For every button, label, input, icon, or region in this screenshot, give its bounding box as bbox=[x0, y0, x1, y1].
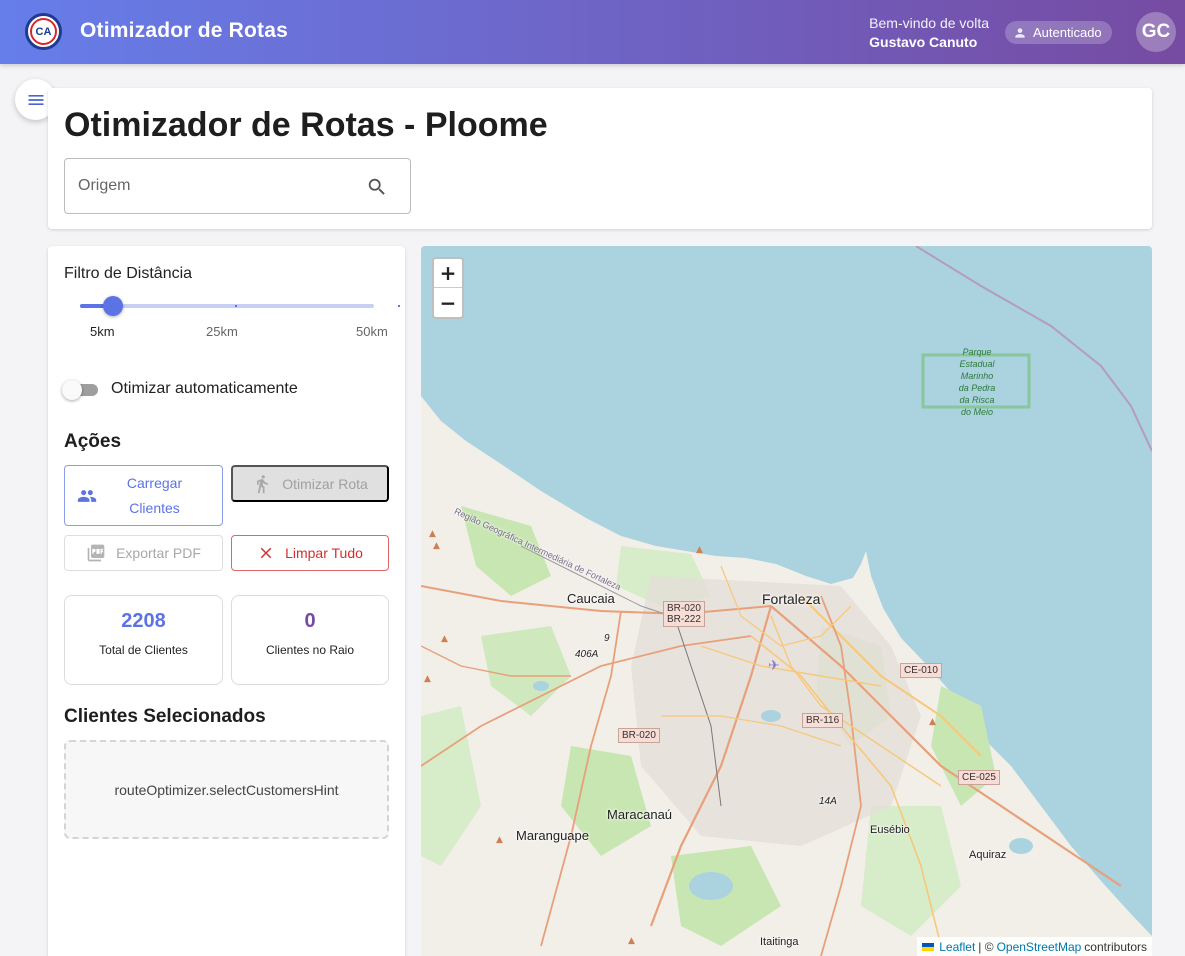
slider-thumb[interactable] bbox=[102, 296, 123, 316]
page-title: Otimizador de Rotas - Ploome bbox=[64, 106, 548, 144]
road-label: 9 bbox=[604, 633, 610, 644]
close-icon bbox=[260, 547, 272, 559]
road-shield-text: BR-020 bbox=[667, 603, 701, 614]
clear-all-button[interactable]: Limpar Tudo bbox=[231, 535, 389, 571]
zoom-control: + − bbox=[432, 257, 464, 319]
slider-mark bbox=[234, 305, 237, 307]
slider-tick-25km: 25km bbox=[206, 324, 238, 339]
leaflet-link[interactable]: Leaflet bbox=[939, 940, 975, 954]
actions-title: Ações bbox=[64, 431, 122, 452]
svg-text:▲: ▲ bbox=[496, 835, 503, 845]
slider-rail bbox=[80, 304, 374, 308]
place-label: Caucaia bbox=[567, 591, 615, 606]
attribution-contributors: contributors bbox=[1084, 939, 1147, 954]
svg-text:▲: ▲ bbox=[441, 634, 448, 644]
clients-in-radius-value: 0 bbox=[304, 610, 316, 632]
total-clients-value: 2208 bbox=[121, 610, 166, 632]
welcome-block: Bem-vindo de volta Gustavo Canuto bbox=[869, 14, 989, 52]
auth-status-chip: Autenticado bbox=[1005, 21, 1112, 44]
slider-tick-5km: 5km bbox=[90, 324, 115, 339]
export-pdf-button[interactable]: Exportar PDF bbox=[64, 535, 223, 571]
road-label: 14A bbox=[819, 796, 837, 807]
auto-optimize-toggle[interactable] bbox=[62, 379, 98, 400]
svg-text:▲: ▲ bbox=[628, 936, 635, 946]
user-name: Gustavo Canuto bbox=[869, 34, 978, 50]
road-shield-text: BR-222 bbox=[667, 614, 701, 625]
place-label: Eusébio bbox=[870, 824, 910, 836]
svg-text:▲: ▲ bbox=[429, 529, 436, 539]
slider-tick-50km: 50km bbox=[356, 324, 388, 339]
clear-all-label: Limpar Tudo bbox=[285, 545, 363, 561]
svg-text:▲: ▲ bbox=[929, 717, 936, 727]
place-label: Itaitinga bbox=[760, 936, 799, 948]
park-label: Parque Estadual Marinho da Pedra da Risc… bbox=[958, 347, 996, 417]
road-shield: BR-020 BR-222 bbox=[663, 601, 705, 627]
road-shield: CE-010 bbox=[900, 663, 942, 678]
total-clients-label: Total de Clientes bbox=[99, 643, 188, 657]
distance-slider[interactable] bbox=[80, 296, 400, 316]
logo-text: CA bbox=[30, 18, 57, 45]
app-title: Otimizador de Rotas bbox=[80, 19, 288, 42]
auto-optimize-label: Otimizar automaticamente bbox=[111, 380, 298, 397]
load-clients-button[interactable]: Carregar Clientes bbox=[64, 465, 223, 526]
place-label: Fortaleza bbox=[762, 591, 821, 607]
ukraine-flag-icon bbox=[922, 942, 935, 951]
menu-icon bbox=[28, 94, 43, 105]
place-label: Maranguape bbox=[516, 828, 589, 843]
zoom-out-button[interactable]: − bbox=[434, 288, 462, 317]
avatar[interactable]: GC bbox=[1136, 12, 1176, 52]
road-shield: BR-020 bbox=[618, 728, 660, 743]
walking-icon bbox=[257, 474, 269, 493]
attribution-separator: | © bbox=[978, 939, 994, 954]
welcome-text: Bem-vindo de volta bbox=[869, 15, 989, 31]
people-icon bbox=[77, 486, 97, 509]
pdf-icon bbox=[87, 544, 105, 562]
selected-clients-title: Clientes Selecionados bbox=[64, 706, 266, 727]
auto-optimize-row: Otimizar automaticamente bbox=[62, 379, 298, 400]
logo-icon[interactable]: CA bbox=[25, 13, 62, 50]
svg-text:▲: ▲ bbox=[696, 545, 703, 555]
slider-mark bbox=[398, 305, 400, 307]
origin-input[interactable] bbox=[78, 159, 358, 213]
road-shield: CE-025 bbox=[958, 770, 1000, 785]
map-attribution: Leaflet | © OpenStreetMap contributors bbox=[917, 937, 1152, 956]
clients-in-radius-label: Clientes no Raio bbox=[265, 643, 355, 657]
app-header: CA Otimizador de Rotas Bem-vindo de volt… bbox=[0, 0, 1185, 64]
clients-in-radius-card: 0 Clientes no Raio bbox=[231, 595, 389, 685]
auth-chip-label: Autenticado bbox=[1033, 25, 1102, 40]
svg-text:▲: ▲ bbox=[433, 541, 440, 551]
selected-clients-hint: routeOptimizer.selectCustomersHint bbox=[64, 740, 389, 839]
toggle-thumb bbox=[62, 380, 82, 400]
zoom-in-button[interactable]: + bbox=[434, 259, 462, 288]
search-icon[interactable] bbox=[366, 176, 388, 198]
total-clients-card: 2208 Total de Clientes bbox=[64, 595, 223, 685]
optimize-route-button[interactable]: Otimizar Rota bbox=[231, 465, 389, 502]
origin-field bbox=[64, 158, 411, 214]
person-icon bbox=[1015, 27, 1025, 38]
svg-text:✈: ✈ bbox=[768, 658, 780, 674]
control-panel: Filtro de Distância 5km 25km 50km Otimiz… bbox=[48, 246, 405, 956]
load-clients-label: Carregar Clientes bbox=[126, 474, 183, 516]
export-pdf-label: Exportar PDF bbox=[116, 545, 201, 561]
osm-link[interactable]: OpenStreetMap bbox=[997, 940, 1082, 954]
optimize-route-label: Otimizar Rota bbox=[282, 475, 368, 492]
place-label: Maracanaú bbox=[607, 807, 673, 822]
road-shield: BR-116 bbox=[802, 713, 844, 728]
svg-text:▲: ▲ bbox=[424, 674, 431, 684]
distance-filter-label: Filtro de Distância bbox=[64, 265, 193, 282]
title-card: Otimizador de Rotas - Ploome bbox=[48, 88, 1152, 229]
route-map[interactable]: ✈ ▲ ▲ ▲ ▲ ▲ ▲ ▲ ▲ Fortaleza Caucaia Mara… bbox=[421, 246, 1152, 956]
road-label: 406A bbox=[575, 649, 599, 660]
place-label: Aquiraz bbox=[969, 849, 1007, 861]
